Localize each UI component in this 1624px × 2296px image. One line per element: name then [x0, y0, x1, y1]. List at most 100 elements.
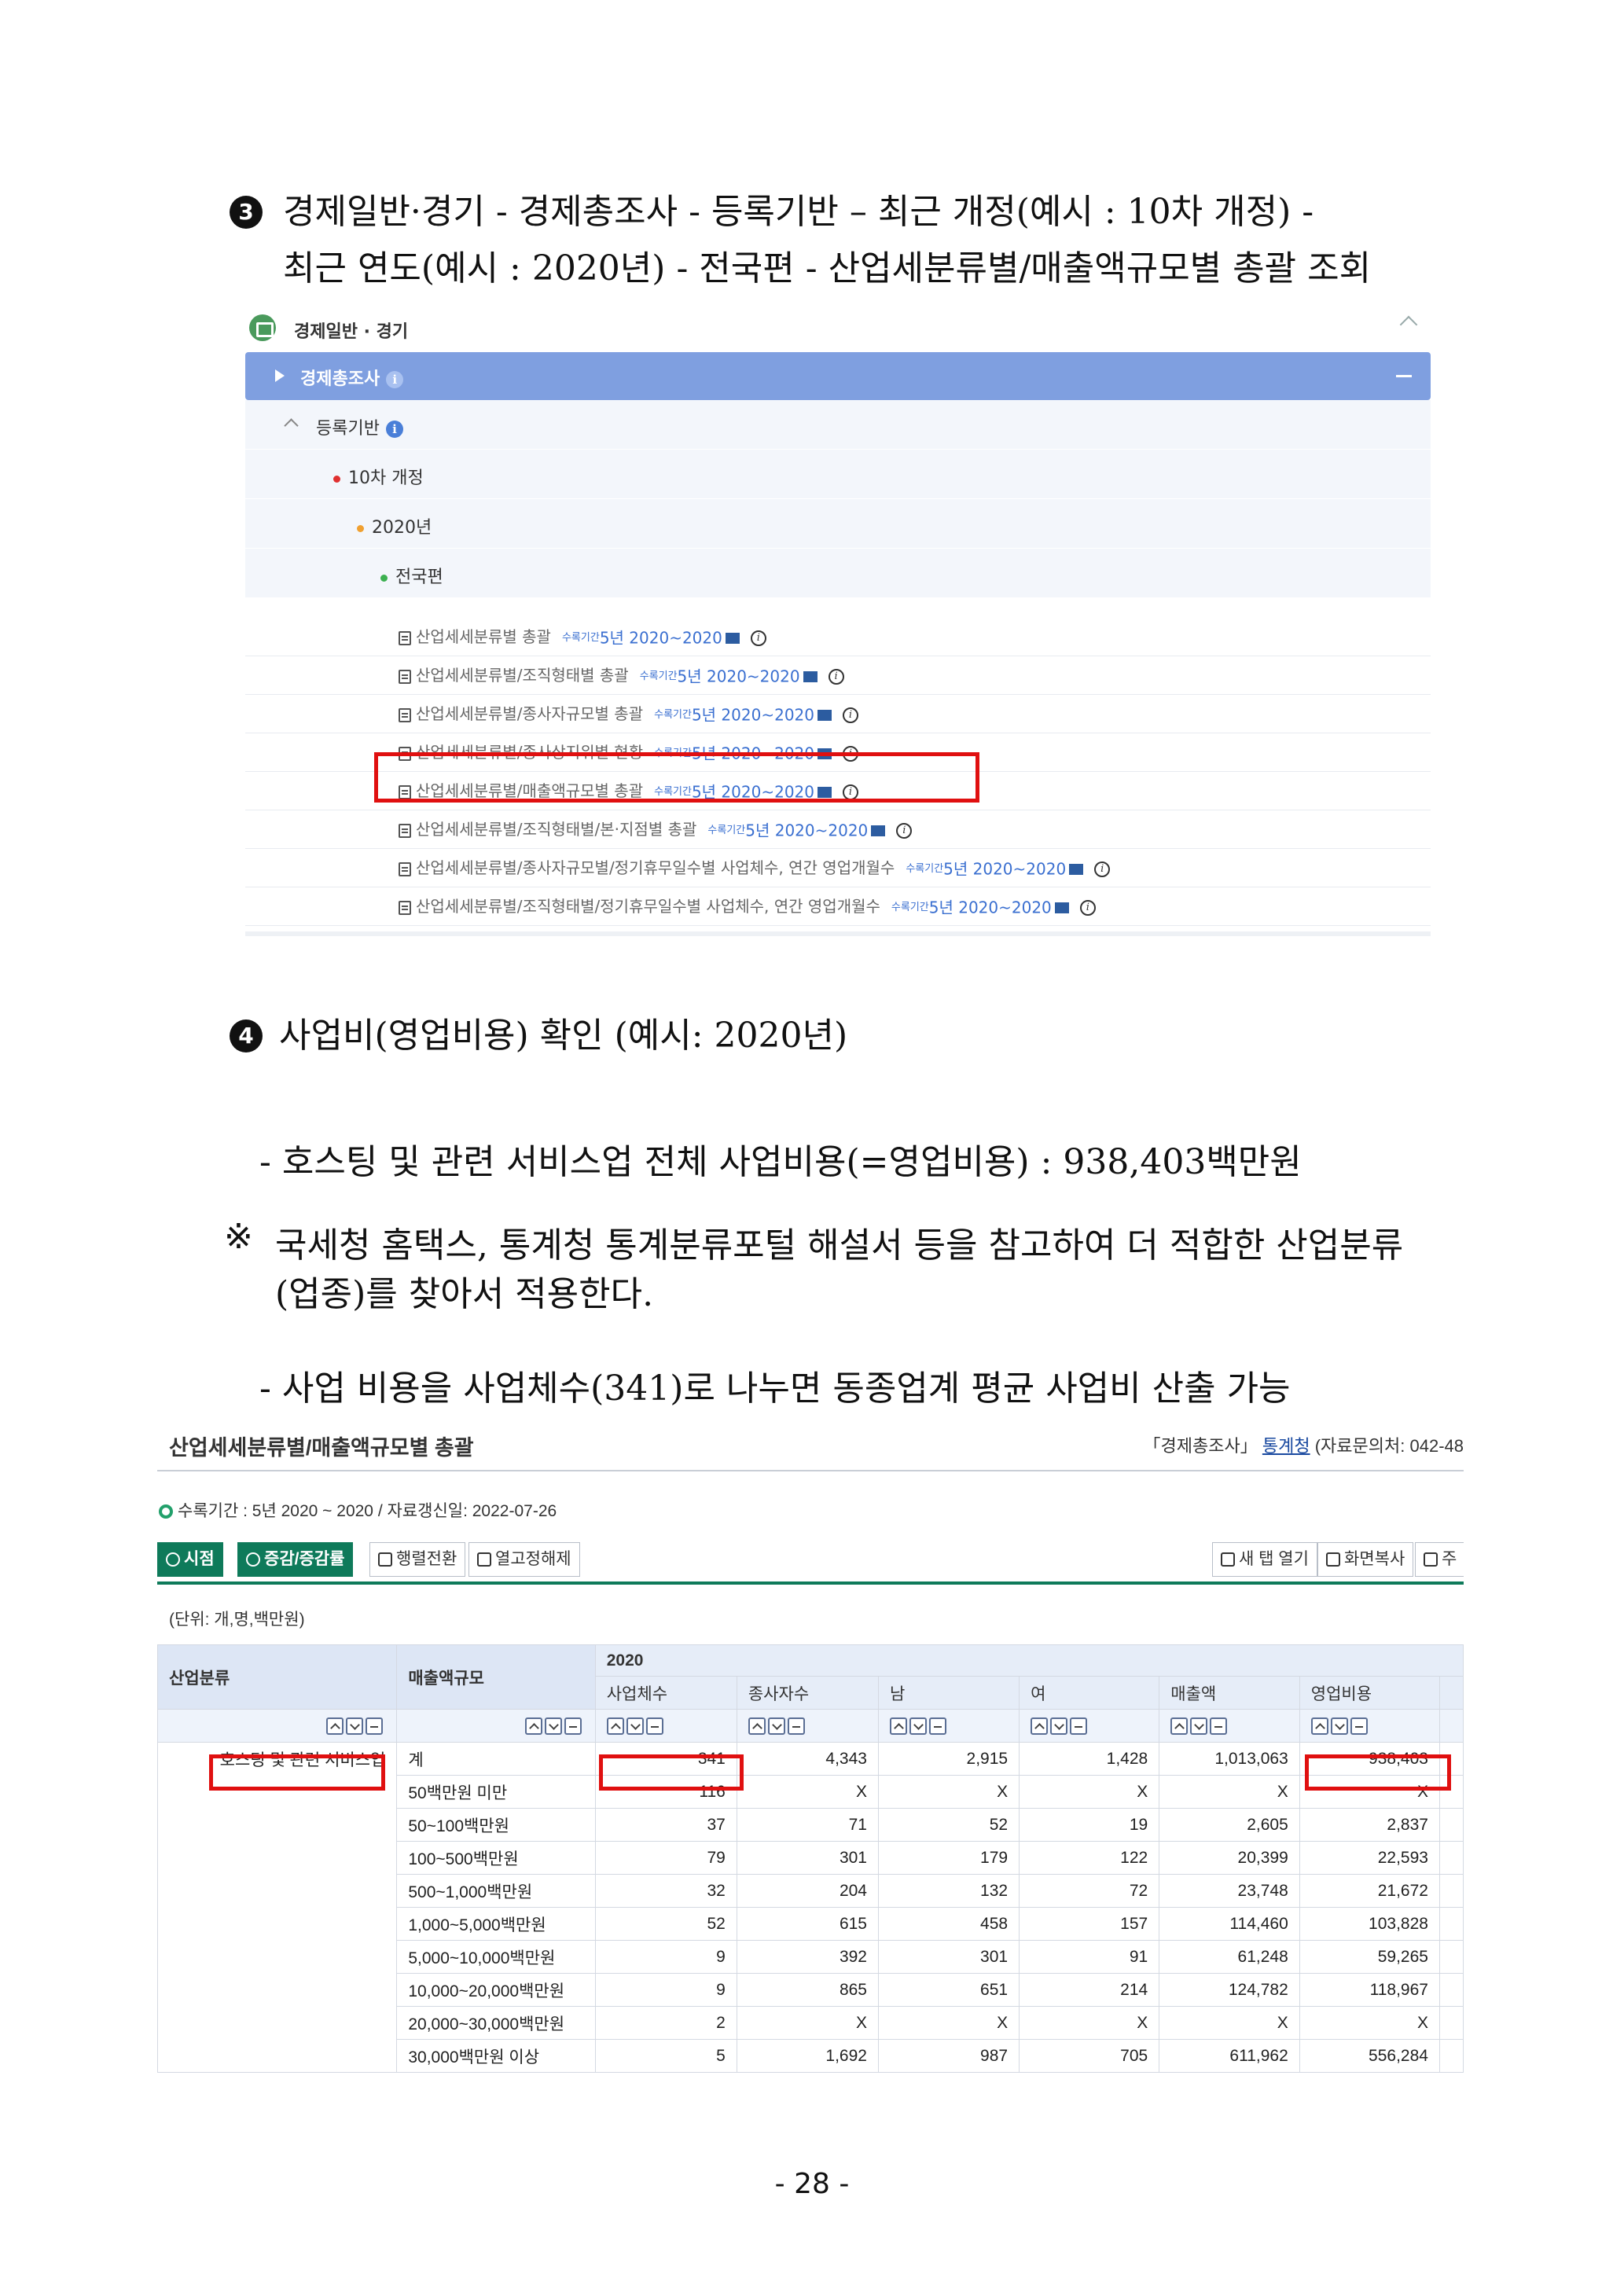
- table-link-label[interactable]: 산업세세분류별/조직형태별 총괄: [416, 666, 629, 685]
- sort-up-icon[interactable]: [889, 1717, 907, 1735]
- column-header: 종사자수: [736, 1676, 879, 1710]
- sort-down-icon[interactable]: [1050, 1717, 1068, 1735]
- hide-column-icon[interactable]: [366, 1717, 384, 1735]
- more-button[interactable]: 주: [1415, 1542, 1464, 1577]
- table-link-item[interactable]: 산업세세분류별/조직형태별 총괄 수록기간5년 2020~2020 i: [399, 663, 844, 687]
- overflow-cell: [1438, 2006, 1464, 2040]
- sort-down-icon[interactable]: [767, 1717, 785, 1735]
- tree-node-basis[interactable]: 등록기반 i: [245, 400, 1431, 449]
- value-cell: 71: [736, 1808, 879, 1842]
- pivot-button[interactable]: 행렬전환: [369, 1542, 466, 1577]
- operating-cost-line: - 호스팅 및 관련 서비스업 전체 사업비용(=영업비용) : 938,403…: [259, 1142, 1302, 1182]
- table-doc-icon: [399, 900, 411, 915]
- info-icon[interactable]: i: [843, 707, 858, 723]
- sort-up-icon[interactable]: [1310, 1717, 1328, 1735]
- hide-column-icon[interactable]: [787, 1717, 805, 1735]
- chart-icon[interactable]: [803, 670, 818, 682]
- revision-label: 10차 개정: [348, 468, 424, 488]
- table-link-label[interactable]: 산업세세분류별/조직형태별/정기휴무일수별 사업체수, 연간 영업개월수: [416, 897, 880, 916]
- value-cell: 4,343: [736, 1742, 879, 1776]
- sort-up-icon[interactable]: [326, 1717, 344, 1735]
- sort-up-icon[interactable]: [1170, 1717, 1189, 1735]
- sort-up-icon[interactable]: [606, 1717, 624, 1735]
- value-cell: 5: [594, 2039, 737, 2073]
- info-icon[interactable]: i: [828, 668, 844, 685]
- info-icon[interactable]: i: [1094, 861, 1111, 877]
- collapse-minus-icon[interactable]: [1396, 375, 1412, 377]
- collapse-chevron-icon[interactable]: [1399, 315, 1418, 334]
- value-cell: X: [877, 2006, 1020, 2040]
- info-icon[interactable]: i: [1079, 899, 1096, 916]
- new-tab-button[interactable]: 새 탭 열기: [1212, 1542, 1317, 1577]
- tree-node-revision[interactable]: 10차 개정: [245, 450, 1431, 498]
- overflow-cell: [1438, 1940, 1464, 1974]
- item-separator: [245, 848, 1431, 849]
- sort-up-icon[interactable]: [1031, 1717, 1049, 1735]
- table-row: 20,000~30,000백만원 2 X X X X X: [157, 2006, 1464, 2040]
- hide-column-icon[interactable]: [564, 1717, 582, 1735]
- chart-icon[interactable]: [871, 825, 886, 836]
- table-link-label[interactable]: 산업세세분류별/종사자규모별/정기휴무일수별 사업체수, 연간 영업개월수: [416, 858, 895, 877]
- chart-icon[interactable]: [1054, 902, 1069, 913]
- scale-cell: 100~500백만원: [396, 1841, 596, 1875]
- hide-column-icon[interactable]: [1350, 1717, 1368, 1735]
- period-range: 5년 2020~2020: [691, 705, 814, 725]
- chart-icon[interactable]: [818, 709, 832, 721]
- value-cell: 72: [1019, 1874, 1160, 1908]
- note-mark: ※: [224, 1217, 253, 1257]
- change-rate-button[interactable]: 증감/증감률: [237, 1542, 354, 1577]
- table-link-item[interactable]: 산업세세분류별/종사자규모별/정기휴무일수별 사업체수, 연간 영업개월수 수록기…: [399, 856, 1111, 880]
- info-icon[interactable]: i: [385, 421, 403, 438]
- value-cell: X: [1019, 2006, 1160, 2040]
- table-link-label[interactable]: 산업세세분류별/종사자규모별 총괄: [416, 704, 643, 723]
- info-icon[interactable]: i: [750, 630, 766, 646]
- unfix-icon: [477, 1552, 491, 1567]
- table-link-item[interactable]: 산업세세분류별/조직형태별/정기휴무일수별 사업체수, 연간 영업개월수 수록기간…: [399, 895, 1096, 918]
- hide-column-icon[interactable]: [1210, 1717, 1228, 1735]
- column-controls: [1299, 1709, 1440, 1743]
- column-controls: [157, 1709, 398, 1743]
- info-icon[interactable]: i: [896, 822, 913, 839]
- highlight-box-operating-cost: [1305, 1754, 1451, 1791]
- highlight-box-selected-item: [374, 752, 979, 803]
- screen-copy-button[interactable]: 화면복사: [1317, 1542, 1414, 1577]
- source-link[interactable]: 통계청: [1262, 1436, 1310, 1456]
- sort-down-icon[interactable]: [1190, 1717, 1208, 1735]
- table-link-label[interactable]: 산업세세분류별 총괄: [416, 627, 551, 646]
- value-cell: 2: [594, 2006, 737, 2040]
- note-line2: (업종)를 찾아서 적용한다.: [275, 1274, 654, 1314]
- time-button[interactable]: 시점: [157, 1542, 223, 1577]
- sort-down-icon[interactable]: [544, 1717, 562, 1735]
- sort-down-icon[interactable]: [626, 1717, 644, 1735]
- sort-down-icon[interactable]: [909, 1717, 927, 1735]
- sort-up-icon[interactable]: [748, 1717, 766, 1735]
- info-icon[interactable]: i: [386, 371, 404, 388]
- item-separator: [245, 925, 1431, 926]
- sort-down-icon[interactable]: [346, 1717, 364, 1735]
- category-row[interactable]: 경제일반 · 경기: [245, 310, 1431, 345]
- table-source: 「경제총조사」 통계청 (자료문의처: 042-48: [1144, 1432, 1464, 1457]
- orange-dot-icon: [357, 524, 364, 532]
- hide-column-icon[interactable]: [1070, 1717, 1088, 1735]
- tree-node-edition[interactable]: 전국편: [245, 549, 1431, 597]
- table-link-item[interactable]: 산업세세분류별/종사자규모별 총괄 수록기간5년 2020~2020 i: [399, 702, 858, 726]
- scale-cell: 10,000~20,000백만원: [396, 1973, 596, 2007]
- sort-up-icon[interactable]: [524, 1717, 542, 1735]
- table-link-item[interactable]: 산업세세분류별 총괄 수록기간5년 2020~2020 i: [399, 625, 766, 648]
- chart-icon[interactable]: [725, 632, 740, 644]
- clock-icon: [166, 1552, 180, 1567]
- value-cell: 556,284: [1299, 2039, 1440, 2073]
- sort-down-icon[interactable]: [1330, 1717, 1348, 1735]
- period-range: 5년 2020~2020: [928, 898, 1052, 917]
- page-number: - 28 -: [774, 2168, 850, 2200]
- hide-column-icon[interactable]: [645, 1717, 663, 1735]
- value-cell: 214: [1019, 1973, 1160, 2007]
- toolbar-underline: [157, 1581, 1464, 1585]
- unfix-columns-button[interactable]: 열고정해제: [468, 1542, 580, 1577]
- tree-node-year[interactable]: 2020년: [245, 499, 1431, 548]
- hide-column-icon[interactable]: [928, 1717, 946, 1735]
- chart-icon[interactable]: [1069, 863, 1084, 875]
- table-link-item[interactable]: 산업세세분류별/조직형태별/본·지점별 총괄 수록기간5년 2020~2020 i: [399, 817, 913, 841]
- tree-node-survey[interactable]: 경제총조사 i: [245, 352, 1431, 400]
- table-link-label[interactable]: 산업세세분류별/조직형태별/본·지점별 총괄: [416, 820, 696, 839]
